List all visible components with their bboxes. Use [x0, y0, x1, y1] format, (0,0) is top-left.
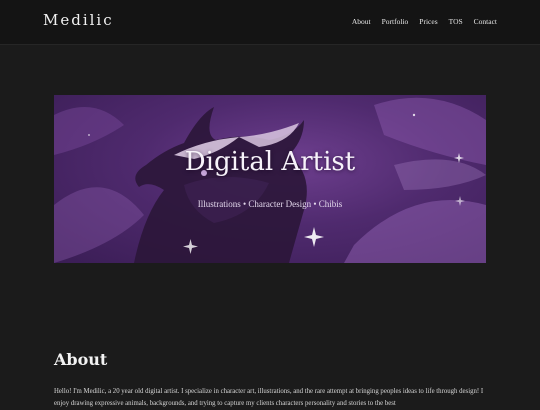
nav-link-tos[interactable]: TOS — [449, 17, 463, 26]
hero-banner: Digital Artist Illustrations • Character… — [54, 95, 486, 263]
hero-subtitle: Illustrations • Character Design • Chibi… — [197, 199, 343, 209]
about-heading: About — [54, 350, 108, 369]
about-paragraph: Hello! I'm Medilic, a 20 year old digita… — [54, 388, 484, 407]
hero-title: Digital Artist — [184, 147, 356, 177]
nav-link-contact[interactable]: Contact — [474, 17, 497, 26]
nav-link-about[interactable]: About — [352, 17, 371, 26]
nav-link-portfolio[interactable]: Portfolio — [382, 17, 409, 26]
site-logo-text[interactable]: Medilic — [43, 11, 114, 29]
main-nav: About Portfolio Prices TOS Contact — [352, 17, 497, 26]
hero-artwork — [54, 97, 486, 263]
nav-link-prices[interactable]: Prices — [419, 17, 437, 26]
site-header: Medilic About Portfolio Prices TOS Conta… — [0, 0, 540, 45]
